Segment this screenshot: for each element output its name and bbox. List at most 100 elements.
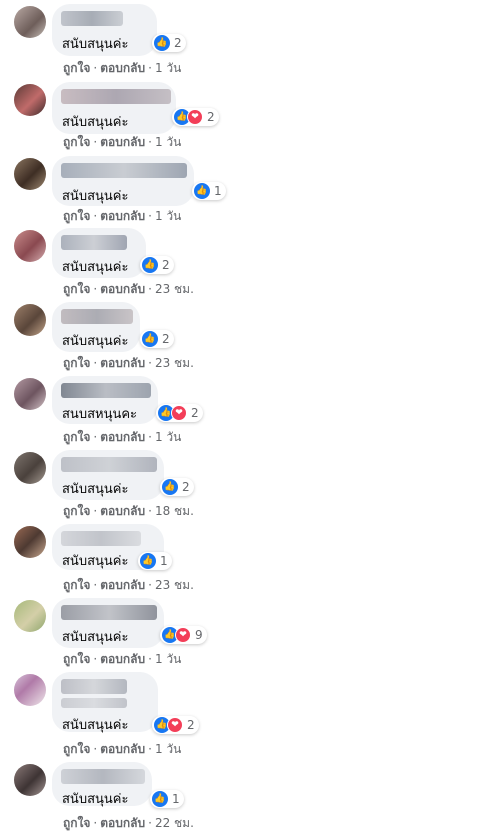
avatar[interactable]	[14, 304, 46, 336]
avatar[interactable]	[14, 600, 46, 632]
reaction-count: 2	[162, 332, 170, 346]
separator: ·	[148, 356, 152, 370]
commenter-name-blurred[interactable]	[61, 457, 157, 472]
reply-link[interactable]: ตอบกลับ	[100, 282, 145, 296]
like-link[interactable]: ถูกใจ	[63, 578, 90, 592]
timestamp[interactable]: 1 วัน	[155, 61, 181, 75]
comment-text: สนับสนุนค่ะ	[62, 37, 129, 52]
reply-link[interactable]: ตอบกลับ	[100, 816, 145, 830]
like-link[interactable]: ถูกใจ	[63, 504, 90, 518]
comment-bubble: สนบสหนุนคะ	[52, 376, 158, 424]
separator: ·	[148, 209, 152, 223]
avatar[interactable]	[14, 158, 46, 190]
comment-bubble: สนับสนุนค่ะ	[52, 228, 146, 278]
comment-actions: ถูกใจ · ตอบกลับ · 1 วัน	[63, 133, 181, 152]
avatar[interactable]	[14, 526, 46, 558]
comment-bubble: สนับสนุนค่ะ	[52, 450, 164, 500]
like-link[interactable]: ถูกใจ	[63, 816, 90, 830]
separator: ·	[148, 282, 152, 296]
timestamp[interactable]: 22 ชม.	[155, 816, 194, 830]
comment-actions: ถูกใจ · ตอบกลับ · 1 วัน	[63, 740, 181, 759]
avatar[interactable]	[14, 378, 46, 410]
separator: ·	[93, 430, 98, 444]
separator: ·	[93, 652, 98, 666]
reaction-count: 1	[172, 792, 180, 806]
reaction-summary[interactable]: 👍 2	[140, 256, 174, 274]
reaction-summary[interactable]: 👍 1	[150, 790, 184, 808]
timestamp[interactable]: 18 ชม.	[155, 504, 194, 518]
like-link[interactable]: ถูกใจ	[63, 209, 90, 223]
reaction-summary[interactable]: 👍 2	[160, 478, 194, 496]
comment-actions: ถูกใจ · ตอบกลับ · 22 ชม.	[63, 814, 194, 833]
like-link[interactable]: ถูกใจ	[63, 356, 90, 370]
like-link[interactable]: ถูกใจ	[63, 282, 90, 296]
commenter-name-blurred[interactable]	[61, 163, 187, 178]
separator: ·	[148, 504, 152, 518]
comment-actions: ถูกใจ · ตอบกลับ · 23 ชม.	[63, 576, 194, 595]
reaction-summary[interactable]: 👍 1	[138, 552, 172, 570]
reply-link[interactable]: ตอบกลับ	[100, 356, 145, 370]
reply-link[interactable]: ตอบกลับ	[100, 135, 145, 149]
reaction-summary[interactable]: 👍 ❤ 2	[152, 716, 199, 734]
separator: ·	[148, 816, 152, 830]
like-icon: 👍	[154, 35, 170, 51]
reply-link[interactable]: ตอบกลับ	[100, 209, 145, 223]
avatar[interactable]	[14, 230, 46, 262]
commenter-name-blurred[interactable]	[61, 605, 157, 620]
commenter-name-blurred[interactable]	[61, 309, 133, 324]
avatar[interactable]	[14, 84, 46, 116]
reaction-summary[interactable]: 👍 ❤ 9	[160, 626, 207, 644]
love-icon: ❤	[175, 627, 191, 643]
timestamp[interactable]: 23 ชม.	[155, 356, 194, 370]
reaction-summary[interactable]: 👍 1	[192, 182, 226, 200]
timestamp[interactable]: 23 ชม.	[155, 578, 194, 592]
timestamp[interactable]: 1 วัน	[155, 430, 181, 444]
comment-bubble: สนับสนุนค่ะ	[52, 4, 157, 56]
reply-link[interactable]: ตอบกลับ	[100, 578, 145, 592]
separator: ·	[93, 61, 98, 75]
reaction-count: 2	[182, 480, 190, 494]
avatar[interactable]	[14, 6, 46, 38]
commenter-name-blurred[interactable]	[61, 11, 123, 26]
separator: ·	[148, 578, 152, 592]
comment-text: สนับสนุนค่ะ	[62, 115, 129, 130]
reply-link[interactable]: ตอบกลับ	[100, 430, 145, 444]
commenter-name-blurred[interactable]	[61, 383, 151, 398]
like-link[interactable]: ถูกใจ	[63, 652, 90, 666]
commenter-name-blurred[interactable]	[61, 679, 127, 694]
reply-link[interactable]: ตอบกลับ	[100, 742, 145, 756]
separator: ·	[93, 578, 98, 592]
reaction-summary[interactable]: 👍 2	[140, 330, 174, 348]
reply-link[interactable]: ตอบกลับ	[100, 652, 145, 666]
comment-bubble: สนับสนุนค่ะ	[52, 302, 140, 352]
timestamp[interactable]: 1 วัน	[155, 652, 181, 666]
avatar[interactable]	[14, 674, 46, 706]
like-link[interactable]: ถูกใจ	[63, 430, 90, 444]
comment-actions: ถูกใจ · ตอบกลับ · 1 วัน	[63, 207, 181, 226]
timestamp[interactable]: 1 วัน	[155, 742, 181, 756]
reaction-count: 2	[162, 258, 170, 272]
commenter-name-blurred[interactable]	[61, 698, 127, 708]
comment-text: สนับสนุนค่ะ	[62, 792, 129, 807]
like-link[interactable]: ถูกใจ	[63, 135, 90, 149]
comment-actions: ถูกใจ · ตอบกลับ · 23 ชม.	[63, 280, 194, 299]
reply-link[interactable]: ตอบกลับ	[100, 504, 145, 518]
timestamp[interactable]: 1 วัน	[155, 209, 181, 223]
love-icon: ❤	[171, 405, 187, 421]
reply-link[interactable]: ตอบกลับ	[100, 61, 145, 75]
commenter-name-blurred[interactable]	[61, 89, 171, 104]
reaction-summary[interactable]: 👍 ❤ 2	[156, 404, 203, 422]
commenter-name-blurred[interactable]	[61, 235, 127, 250]
avatar[interactable]	[14, 764, 46, 796]
reaction-summary[interactable]: 👍 2	[152, 34, 186, 52]
like-link[interactable]: ถูกใจ	[63, 61, 90, 75]
comment-text: สนับสนุนค่ะ	[62, 554, 129, 569]
avatar[interactable]	[14, 452, 46, 484]
commenter-name-blurred[interactable]	[61, 531, 141, 546]
timestamp[interactable]: 1 วัน	[155, 135, 181, 149]
comment-text: สนับสนุนค่ะ	[62, 482, 129, 497]
reaction-summary[interactable]: 👍 ❤ 2	[172, 108, 219, 126]
like-link[interactable]: ถูกใจ	[63, 742, 90, 756]
commenter-name-blurred[interactable]	[61, 769, 145, 784]
timestamp[interactable]: 23 ชม.	[155, 282, 194, 296]
